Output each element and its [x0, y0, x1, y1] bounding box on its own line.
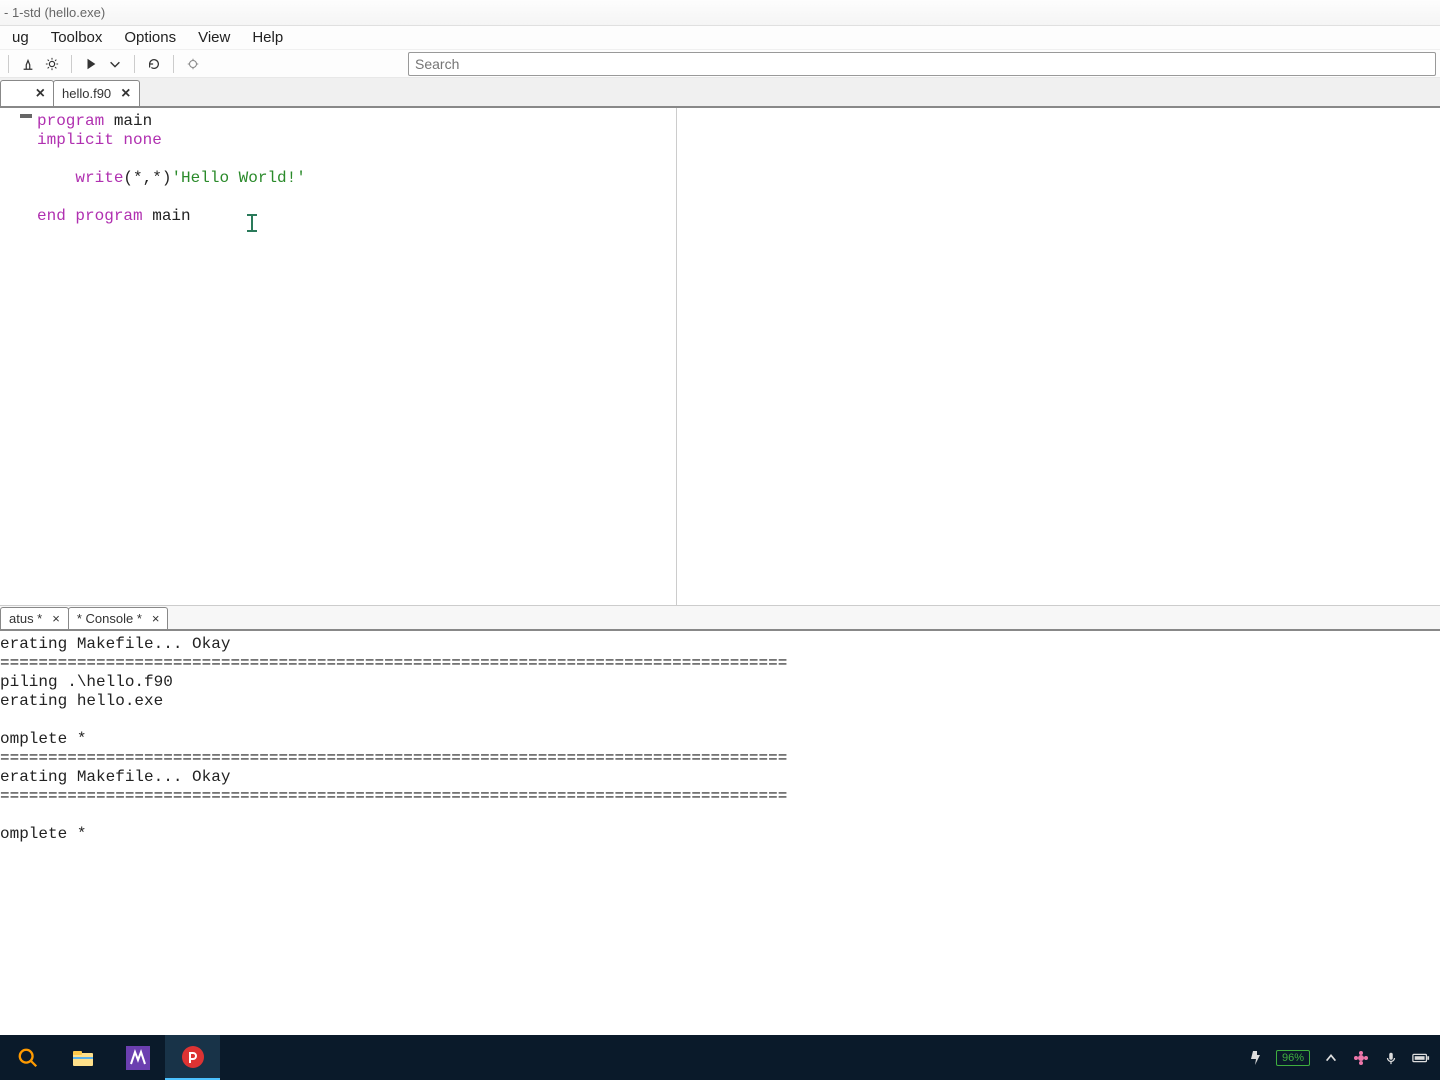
tab-label: * Console *: [77, 611, 142, 626]
taskbar-file-explorer-icon[interactable]: [55, 1035, 110, 1080]
taskbar-left: [0, 1035, 220, 1080]
editor-tabstrip: × hello.f90 ×: [0, 78, 1440, 108]
code-editor[interactable]: program main implicit none write(*,*)'He…: [37, 108, 677, 605]
tab-label: atus *: [9, 611, 42, 626]
run-icon[interactable]: [82, 55, 100, 73]
close-icon[interactable]: ×: [52, 611, 60, 626]
toolbar-separator: [71, 55, 72, 73]
editor-area: program main implicit none write(*,*)'He…: [0, 108, 1440, 605]
code-keyword: program: [37, 112, 104, 130]
output-tab-console[interactable]: * Console * ×: [68, 607, 169, 629]
taskbar-app-2-icon[interactable]: [165, 1035, 220, 1080]
power-icon[interactable]: [1246, 1049, 1264, 1067]
menu-options[interactable]: Options: [114, 27, 186, 48]
menu-toolbox[interactable]: Toolbox: [41, 27, 113, 48]
debug-icon[interactable]: [184, 55, 202, 73]
code-keyword: write: [75, 169, 123, 187]
taskbar-search-icon[interactable]: [0, 1035, 55, 1080]
editor-tab-1[interactable]: ×: [0, 80, 54, 106]
console-output[interactable]: erating Makefile... Okay ===============…: [0, 631, 1440, 901]
close-icon[interactable]: ×: [121, 86, 130, 102]
menu-view[interactable]: View: [188, 27, 240, 48]
tray-battery-icon[interactable]: [1412, 1049, 1430, 1067]
close-icon[interactable]: ×: [152, 611, 160, 626]
code-keyword: implicit none: [37, 131, 162, 149]
toolbar-separator: [173, 55, 174, 73]
toolbar-separator: [134, 55, 135, 73]
build-icon[interactable]: [19, 55, 37, 73]
taskbar-app-1-icon[interactable]: [110, 1035, 165, 1080]
tray-chevron-up-icon[interactable]: [1322, 1049, 1340, 1067]
code-keyword: program: [75, 207, 142, 225]
system-tray: 96%: [1246, 1049, 1440, 1067]
close-icon[interactable]: ×: [36, 86, 45, 102]
search-input[interactable]: [408, 52, 1436, 76]
menubar: ug Toolbox Options View Help: [0, 26, 1440, 50]
search-box: [408, 52, 1436, 76]
tray-flower-icon[interactable]: [1352, 1049, 1370, 1067]
tray-microphone-icon[interactable]: [1382, 1049, 1400, 1067]
menu-help[interactable]: Help: [242, 27, 293, 48]
text-caret: [251, 214, 253, 232]
code-text: main: [104, 112, 152, 130]
output-tab-status[interactable]: atus * ×: [0, 607, 69, 629]
battery-status[interactable]: 96%: [1276, 1050, 1310, 1066]
code-keyword: end: [37, 207, 75, 225]
window-title: - 1-std (hello.exe): [4, 5, 105, 20]
output-tabstrip: atus * × * Console * ×: [0, 605, 1440, 631]
settings-icon[interactable]: [43, 55, 61, 73]
menu-debug[interactable]: ug: [2, 27, 39, 48]
taskbar: 96%: [0, 1035, 1440, 1080]
editor-right-pane: [677, 108, 1440, 605]
rebuild-icon[interactable]: [145, 55, 163, 73]
toolbar-separator: [8, 55, 9, 73]
window-titlebar: - 1-std (hello.exe): [0, 0, 1440, 26]
editor-tab-hello[interactable]: hello.f90 ×: [53, 80, 140, 106]
code-string: 'Hello World!': [171, 169, 305, 187]
code-text: [37, 169, 75, 187]
toolbar: [0, 50, 1440, 78]
code-text: (*,*): [123, 169, 171, 187]
run-dropdown-icon[interactable]: [106, 55, 124, 73]
editor-gutter[interactable]: [0, 108, 37, 605]
code-text: main: [143, 207, 191, 225]
tab-label: hello.f90: [62, 86, 111, 101]
fold-marker-icon[interactable]: [20, 114, 32, 118]
